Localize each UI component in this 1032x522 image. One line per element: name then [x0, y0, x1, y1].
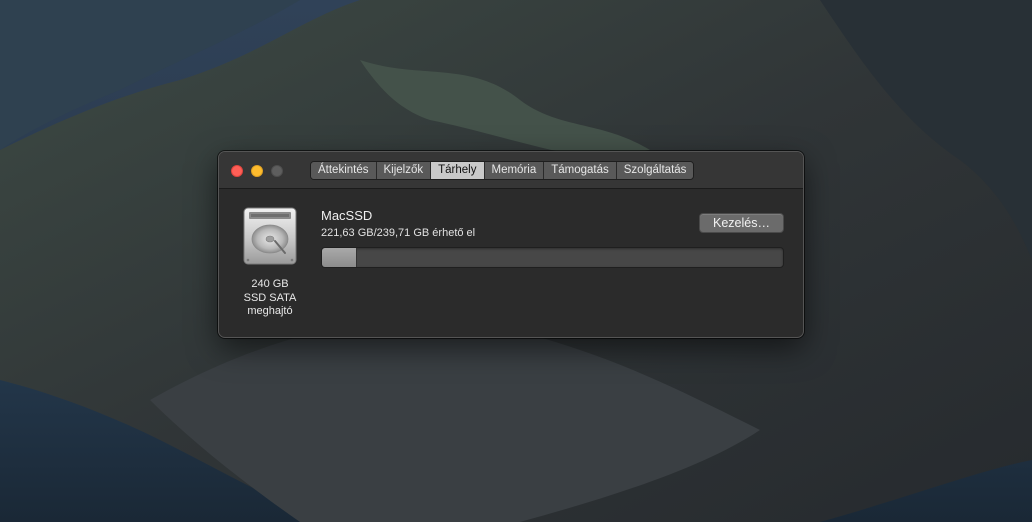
storage-panel: 240 GB SSD SATA meghajtó MacSSD 221,63 G…	[219, 190, 803, 337]
tab-displays[interactable]: Kijelzők	[376, 162, 432, 179]
disk-kind: meghajtó	[247, 305, 293, 317]
disk-capacity: 240 GB	[251, 278, 289, 290]
tab-storage[interactable]: Tárhely	[431, 162, 485, 179]
manage-button[interactable]: Kezelés…	[699, 213, 784, 233]
tab-overview[interactable]: Áttekintés	[311, 162, 377, 179]
tab-support[interactable]: Támogatás	[544, 162, 617, 179]
zoom-button[interactable]	[271, 165, 283, 177]
close-button[interactable]	[231, 165, 243, 177]
title-bar: Áttekintés Kijelzők Tárhely Memória Támo…	[219, 152, 803, 189]
storage-used-segment[interactable]	[322, 248, 357, 267]
storage-usage-bar	[321, 247, 784, 268]
about-this-mac-window: Áttekintés Kijelzők Tárhely Memória Támo…	[218, 151, 804, 338]
volume-name: MacSSD	[321, 208, 373, 223]
tab-service[interactable]: Szolgáltatás	[616, 162, 694, 179]
volume-available-text: 221,63 GB/239,71 GB érhető el	[321, 227, 476, 239]
disk-description: 240 GB SSD SATA meghajtó	[225, 278, 315, 319]
hard-drive-icon	[243, 207, 297, 265]
tab-memory[interactable]: Memória	[484, 162, 545, 179]
minimize-button[interactable]	[251, 165, 263, 177]
tab-bar: Áttekintés Kijelzők Tárhely Memória Támo…	[310, 161, 695, 180]
disk-type: SSD SATA	[243, 291, 297, 304]
